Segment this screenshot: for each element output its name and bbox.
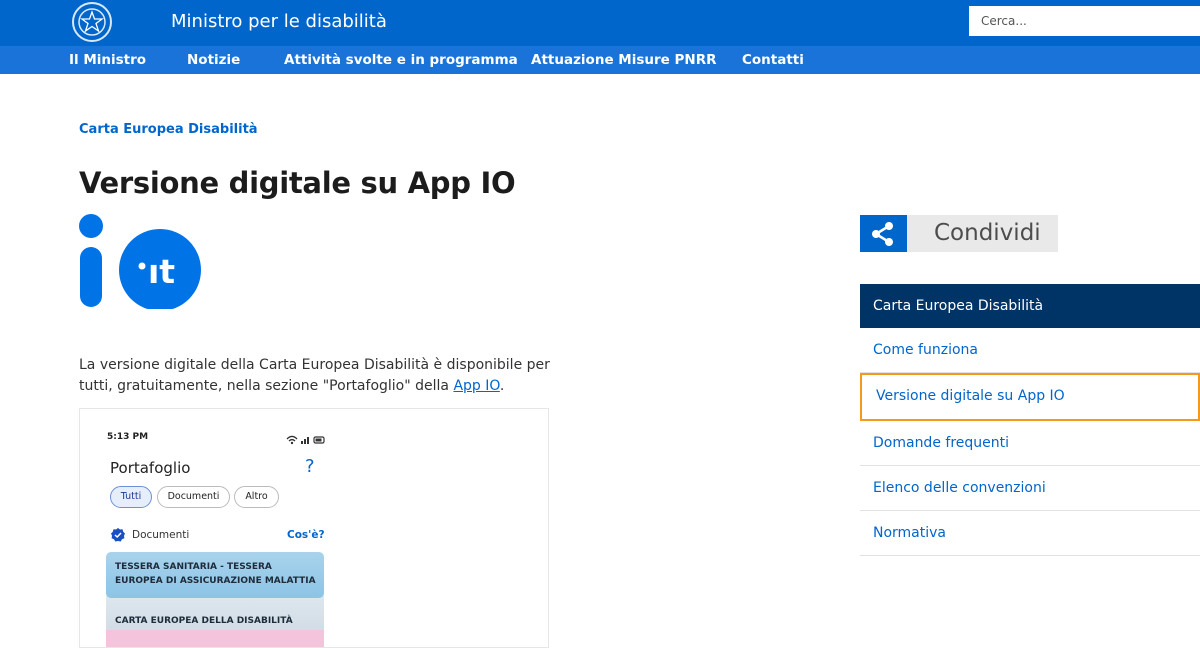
page-title: Versione digitale su App IO	[79, 166, 516, 200]
app-io-link[interactable]: App IO	[453, 378, 499, 394]
sidebar-item-elenco-convenzioni[interactable]: Elenco delle convenzioni	[860, 466, 1200, 511]
sidebar-item-normativa[interactable]: Normativa	[860, 511, 1200, 556]
app-io-screenshot: 5:13 PM Portafoglio ? Tutti Documenti Al…	[79, 408, 549, 648]
main-nav: Il Ministro Notizie Attività svolte e in…	[0, 46, 1200, 74]
phone-section-label: Documenti	[132, 529, 190, 541]
share-label: Condividi	[934, 220, 1041, 246]
search-input[interactable]	[969, 6, 1200, 36]
phone-status-icons	[285, 431, 327, 450]
breadcrumb[interactable]: Carta Europea Disabilità	[79, 122, 258, 137]
card-health: TESSERA SANITARIA - TESSERA EUROPEA DI AS…	[106, 552, 324, 598]
intro-paragraph: La versione digitale della Carta Europea…	[79, 355, 579, 397]
share-button[interactable]: Condividi	[860, 215, 1058, 252]
chip-documenti: Documenti	[157, 486, 230, 508]
nav-item-notizie[interactable]: Notizie	[187, 52, 240, 68]
verified-badge-icon	[110, 527, 126, 547]
nav-item-contatti[interactable]: Contatti	[742, 52, 804, 68]
io-app-logo-icon: ıt	[78, 213, 204, 313]
sidebar-item-domande-frequenti[interactable]: Domande frequenti	[860, 421, 1200, 466]
italian-republic-emblem-icon[interactable]	[72, 2, 112, 42]
card-health-label: TESSERA SANITARIA - TESSERA EUROPEA DI AS…	[115, 562, 316, 586]
nav-item-il-ministro[interactable]: Il Ministro	[69, 52, 146, 68]
sidebar-heading[interactable]: Carta Europea Disabilità	[860, 284, 1200, 328]
sidebar-item-come-funziona[interactable]: Come funziona	[860, 328, 1200, 373]
site-title[interactable]: Ministro per le disabilità	[171, 11, 387, 32]
sidebar-item-versione-digitale[interactable]: Versione digitale su App IO	[860, 373, 1200, 421]
phone-section-link: Cos'è?	[287, 529, 325, 541]
card-disability-label: CARTA EUROPEA DELLA DISABILITÀ	[115, 616, 293, 626]
site-header: Ministro per le disabilità	[0, 0, 1200, 46]
help-icon: ?	[305, 456, 315, 477]
phone-time: 5:13 PM	[107, 432, 149, 442]
share-icon	[860, 215, 907, 252]
phone-wallet-title: Portafoglio	[110, 459, 191, 477]
intro-text-end: .	[499, 378, 505, 394]
chip-altro: Altro	[234, 486, 279, 508]
chip-tutti: Tutti	[110, 486, 152, 508]
io-logo-mark-text: ıt	[148, 252, 175, 291]
card-partial	[106, 630, 324, 647]
nav-item-pnrr[interactable]: Attuazione Misure PNRR	[531, 52, 717, 68]
nav-item-attivita[interactable]: Attività svolte e in programma	[284, 52, 518, 68]
